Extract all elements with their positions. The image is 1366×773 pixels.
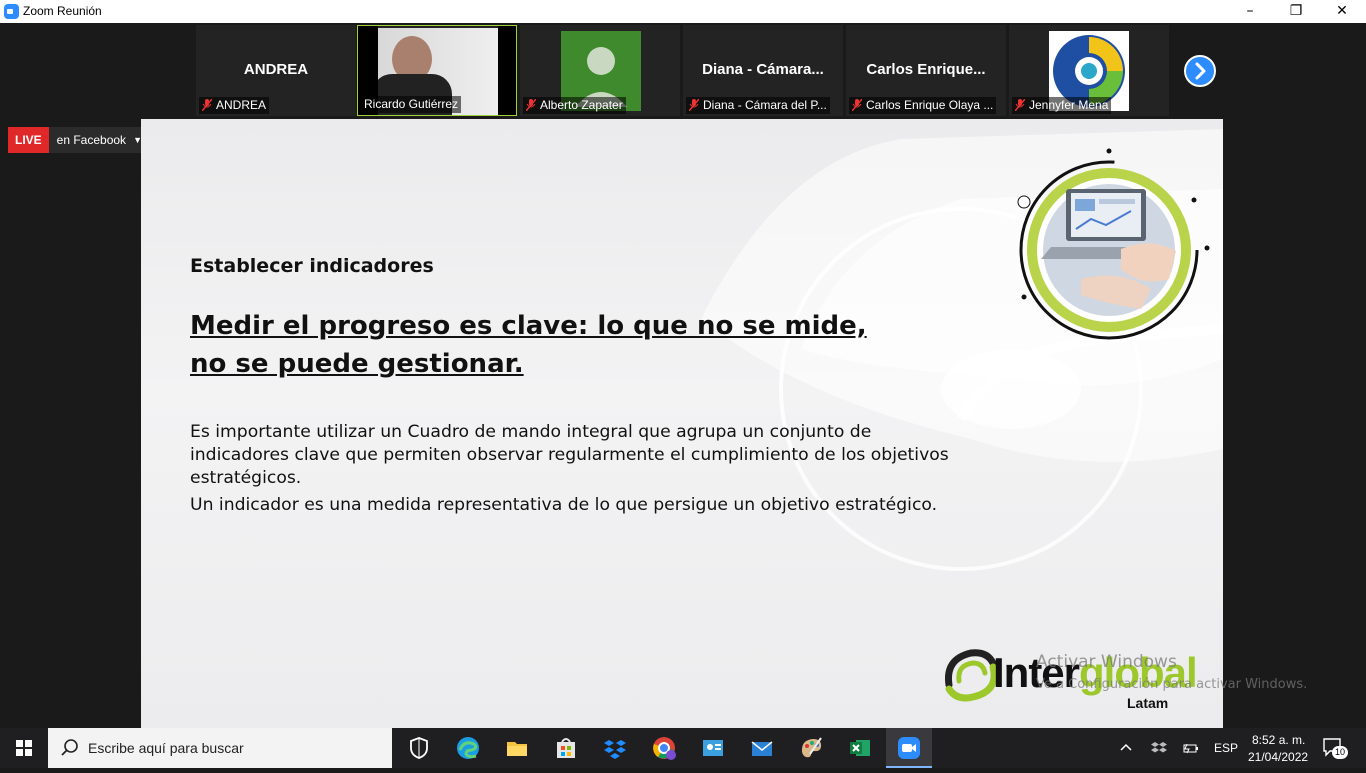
slide-headline: Medir el progreso es clave: lo que no se… xyxy=(190,311,867,379)
participant-big-name: Diana - Cámara... xyxy=(702,61,824,78)
taskbar: Escribe aquí para buscar ESP 8:52 a. m. … xyxy=(0,728,1366,768)
participant-big-name: ANDREA xyxy=(243,61,309,78)
start-button[interactable] xyxy=(0,728,48,768)
activate-windows-subtitle: Ve a Configuración para activar Windows. xyxy=(1036,677,1308,692)
interglobal-emblem-icon xyxy=(944,649,998,702)
participant-tile[interactable]: Jennyfer Mena xyxy=(1009,25,1169,116)
zoom-taskbar-active[interactable] xyxy=(886,728,932,768)
activate-windows-title: Activar Windows xyxy=(1036,652,1177,672)
slide-paragraph-2: Un indicador es una medida representativ… xyxy=(190,495,938,515)
outlook-contacts-icon[interactable] xyxy=(699,734,727,762)
taskbar-search-box[interactable]: Escribe aquí para buscar xyxy=(48,728,392,768)
participant-name: Carlos Enrique Olaya ... xyxy=(866,98,994,112)
participant-tile-active[interactable]: Ricardo Gutiérrez xyxy=(357,25,517,116)
live-destination[interactable]: en Facebook ▼ xyxy=(48,127,149,153)
participant-big-name: Carlos Enrique... xyxy=(866,61,986,78)
next-page-button[interactable] xyxy=(1184,55,1216,87)
excel-icon[interactable] xyxy=(846,734,874,762)
dropbox-tray-icon[interactable] xyxy=(1150,740,1168,756)
muted-mic-icon xyxy=(526,99,536,111)
participant-label: Carlos Enrique Olaya ... xyxy=(849,97,997,114)
slide-subtitle: Establecer indicadores xyxy=(190,255,434,277)
chrome-icon[interactable] xyxy=(650,734,678,762)
live-stream-indicator[interactable]: LIVE en Facebook ▼ xyxy=(8,127,149,153)
clock-date[interactable]: 21/04/2022 xyxy=(1248,750,1308,764)
notification-count: 10 xyxy=(1332,746,1349,759)
live-destination-label: en Facebook xyxy=(56,133,127,147)
close-button[interactable]: ✕ xyxy=(1319,0,1365,23)
battery-icon[interactable] xyxy=(1182,740,1200,756)
zoom-logo-icon xyxy=(4,4,19,19)
edge-browser-icon[interactable] xyxy=(454,734,482,762)
participant-name: ANDREA xyxy=(216,98,267,112)
language-indicator[interactable]: ESP xyxy=(1214,741,1238,755)
show-hidden-icons-chevron-icon[interactable] xyxy=(1118,740,1134,756)
participant-tile[interactable]: ANDREA ANDREA xyxy=(196,25,356,116)
chevron-right-icon xyxy=(1195,62,1206,80)
zoom-app-icon xyxy=(898,737,920,759)
notifications-button[interactable]: 10 xyxy=(1320,734,1350,762)
participant-tile[interactable]: Alberto Zapater xyxy=(520,25,680,116)
file-explorer-icon[interactable] xyxy=(503,734,531,762)
participant-name: Alberto Zapater xyxy=(540,98,623,112)
clock-time[interactable]: 8:52 a. m. xyxy=(1252,733,1305,747)
search-icon xyxy=(61,739,78,756)
windows-start-icon xyxy=(16,740,32,756)
participant-label: Ricardo Gutiérrez xyxy=(361,96,462,113)
participant-name: Diana - Cámara del P... xyxy=(703,98,827,112)
participant-name: Ricardo Gutiérrez xyxy=(364,97,459,111)
participant-label: ANDREA xyxy=(199,97,270,114)
security-shield-icon[interactable] xyxy=(405,734,433,762)
window-title: Zoom Reunión xyxy=(23,4,102,18)
video-side-right xyxy=(498,26,516,115)
participant-tile[interactable]: Diana - Cámara... Diana - Cámara del P..… xyxy=(683,25,843,116)
paint-icon[interactable] xyxy=(797,734,825,762)
mail-icon[interactable] xyxy=(748,734,776,762)
participant-name: Jennyfer Mena xyxy=(1029,98,1109,112)
live-badge: LIVE xyxy=(8,127,49,153)
shared-screen-slide: Establecer indicadores Medir el progreso… xyxy=(141,119,1223,728)
muted-mic-icon xyxy=(1015,99,1025,111)
participant-label: Jennyfer Mena xyxy=(1012,97,1112,114)
title-bar: Zoom Reunión – ❐ ✕ xyxy=(0,0,1366,23)
muted-mic-icon xyxy=(852,99,862,111)
participant-tile[interactable]: Carlos Enrique... Carlos Enrique Olaya .… xyxy=(846,25,1006,116)
dropbox-icon[interactable] xyxy=(601,734,629,762)
minimize-button[interactable]: – xyxy=(1227,0,1273,23)
muted-mic-icon xyxy=(202,99,212,111)
store-icon[interactable] xyxy=(552,734,580,762)
logo-latam: Latam xyxy=(1127,695,1169,711)
restore-button[interactable]: ❐ xyxy=(1273,0,1319,23)
participant-label: Diana - Cámara del P... xyxy=(686,97,830,114)
search-placeholder: Escribe aquí para buscar xyxy=(88,740,244,756)
slide-paragraph-1: Es importante utilizar un Cuadro de mand… xyxy=(190,422,949,488)
participants-strip: ANDREA ANDREA Ricardo Gutiérrez Alberto … xyxy=(0,23,1366,119)
participant-label: Alberto Zapater xyxy=(523,97,626,114)
muted-mic-icon xyxy=(689,99,699,111)
